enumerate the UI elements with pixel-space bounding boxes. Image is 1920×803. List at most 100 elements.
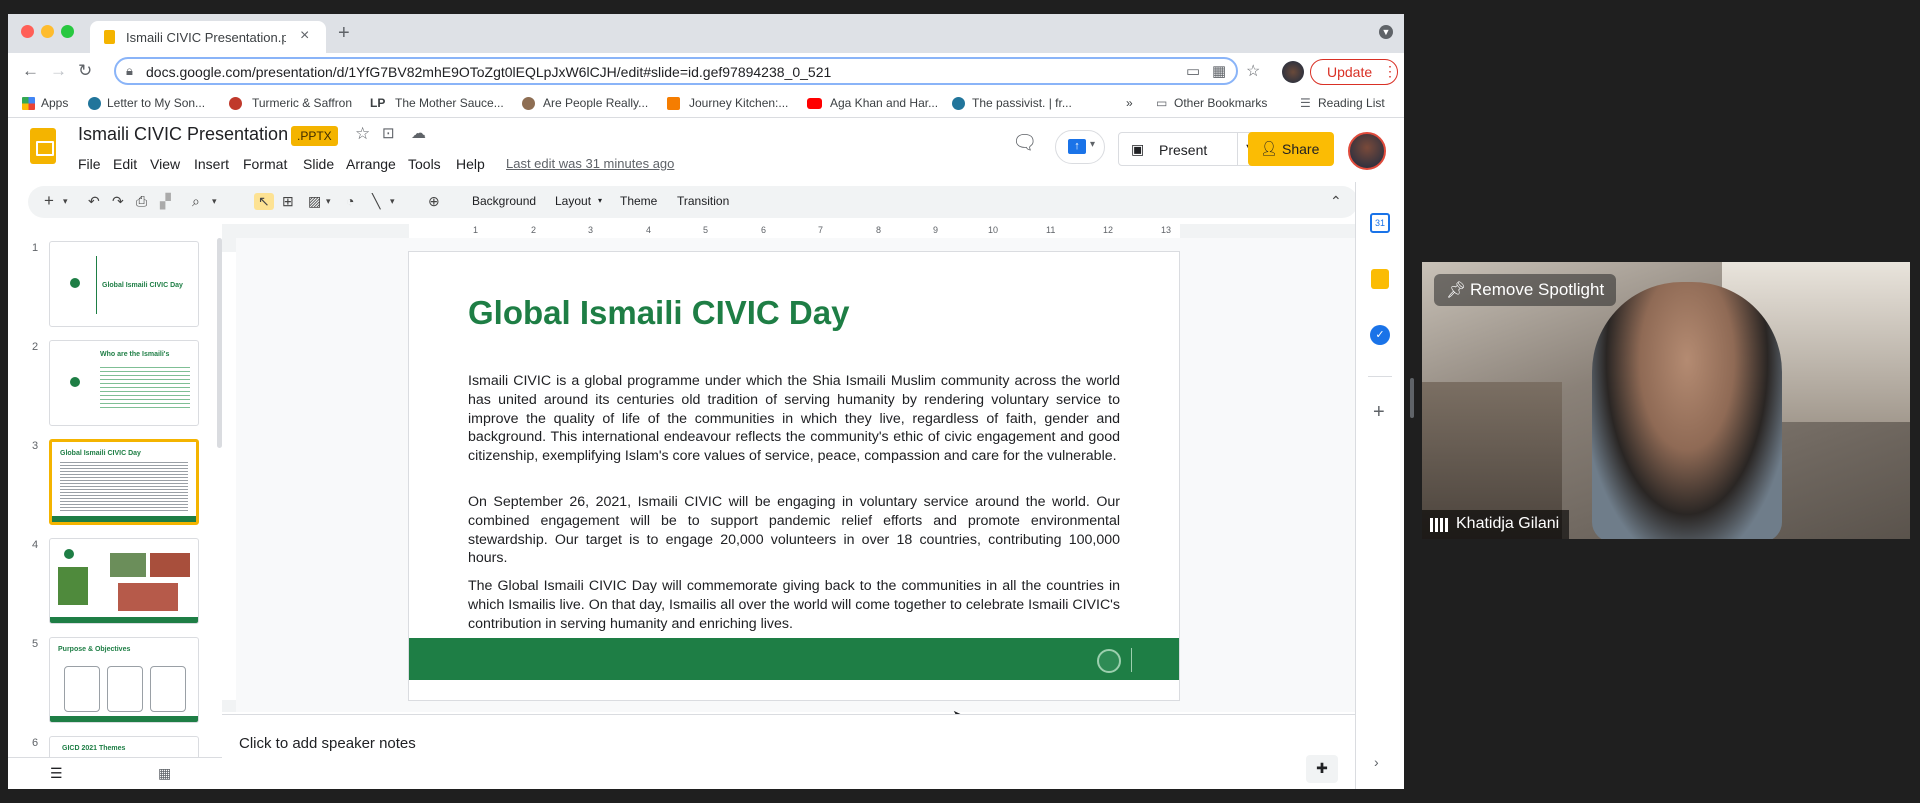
new-tab-icon[interactable]: + <box>338 22 350 45</box>
undo-icon[interactable]: ↶ <box>88 193 100 210</box>
slide-thumbnail[interactable]: Purpose & Objectives <box>49 637 199 723</box>
back-icon[interactable]: ← <box>22 61 39 81</box>
text-box-icon[interactable]: ⊞ <box>282 193 294 210</box>
slide-paragraph[interactable]: On September 26, 2021, Ismaili CIVIC wil… <box>468 493 1120 568</box>
insert-comment-icon[interactable]: ⊕ <box>428 193 440 210</box>
slide-paragraph[interactable]: The Global Ismaili CIVIC Day will commem… <box>468 577 1120 633</box>
menu-help[interactable]: Help <box>456 156 485 172</box>
people-icon <box>522 97 535 110</box>
chevron-down-icon[interactable]: ▾ <box>212 196 217 207</box>
slide[interactable]: Global Ismaili CIVIC Day Ismaili CIVIC i… <box>409 252 1179 700</box>
menu-edit[interactable]: Edit <box>113 156 137 172</box>
slide-title[interactable]: Global Ismaili CIVIC Day <box>468 294 849 332</box>
slide-thumbnail[interactable]: Global Ismaili CIVIC Day <box>49 241 199 327</box>
menu-slide[interactable]: Slide <box>303 156 334 172</box>
new-slide-icon[interactable]: + <box>44 191 54 211</box>
bookmarks-bar: Apps Letter to My Son... Turmeric & Saff… <box>8 90 1404 118</box>
menu-tools[interactable]: Tools <box>408 156 441 172</box>
more-vert-icon: ⋮ <box>1383 63 1397 79</box>
bookmark-are-people[interactable]: Are People Really... <box>543 96 648 110</box>
logo-icon <box>70 377 80 387</box>
slides-logo-icon[interactable] <box>30 128 56 164</box>
file-type-badge[interactable]: .PPTX <box>291 126 338 146</box>
bookmark-apps[interactable]: Apps <box>41 96 68 110</box>
filmstrip-view-icon[interactable]: ☰ <box>50 765 63 782</box>
theme-button[interactable]: Theme <box>620 194 657 208</box>
remove-spotlight-button[interactable]: 📌︎ Remove Spotlight <box>1434 274 1617 306</box>
bookmark-turmeric[interactable]: Turmeric & Saffron <box>252 96 352 110</box>
print-icon[interactable]: ⎙ <box>136 193 147 210</box>
browser-tab[interactable]: Ismaili CIVIC Presentation.pptx × <box>90 21 326 53</box>
video-tile[interactable]: 📌︎ Remove Spotlight Khatidja Gilani <box>1422 262 1910 539</box>
reading-list[interactable]: Reading List <box>1318 96 1385 110</box>
panel-resize-handle[interactable] <box>1410 378 1414 418</box>
image-icon[interactable]: ▨ <box>308 193 321 210</box>
participant-name: Khatidja Gilani <box>1456 515 1560 532</box>
collapse-toolbar-icon[interactable]: ⌃ <box>1330 193 1342 210</box>
qr-icon[interactable]: ▦ <box>1212 62 1226 80</box>
explore-icon[interactable]: ✚ <box>1306 755 1338 783</box>
menu-format[interactable]: Format <box>243 156 287 172</box>
move-folder-icon[interactable]: ⊡ <box>382 124 395 142</box>
slide-thumbnail[interactable]: GICD 2021 Themes <box>49 736 199 757</box>
bookmark-star-icon[interactable]: ☆ <box>1246 61 1260 81</box>
bookmark-letter[interactable]: Letter to My Son... <box>107 96 205 110</box>
bookmark-passivist[interactable]: The passivist. | fr... <box>972 96 1072 110</box>
meet-present-button[interactable]: ↑ ▾ <box>1055 130 1105 164</box>
menu-insert[interactable]: Insert <box>194 156 229 172</box>
bookmark-journey-kitchen[interactable]: Journey Kitchen:... <box>689 96 788 110</box>
forward-icon[interactable]: → <box>50 61 67 81</box>
other-bookmarks[interactable]: Other Bookmarks <box>1174 96 1267 110</box>
zoom-icon[interactable]: ⌕ <box>192 193 200 210</box>
tab-search-icon[interactable]: ▼ <box>1379 25 1393 39</box>
paint-format-icon[interactable]: ▞ <box>160 193 171 210</box>
thumbnail-title: Global Ismaili CIVIC Day <box>60 450 141 457</box>
profile-avatar[interactable] <box>1282 61 1304 83</box>
close-window-button[interactable] <box>21 25 34 38</box>
update-button[interactable]: Update ⋮ <box>1310 59 1398 85</box>
lock-icon: 🔒︎ <box>126 63 133 78</box>
minimize-window-button[interactable] <box>41 25 54 38</box>
cloud-status-icon[interactable]: ☁ <box>411 124 426 142</box>
line-icon[interactable]: ╲ <box>372 193 380 210</box>
speaker-notes[interactable]: Click to add speaker notes ✚ <box>222 714 1355 789</box>
share-button[interactable]: 👤︎ Share <box>1248 132 1334 166</box>
select-cursor-icon[interactable]: ↖ <box>254 193 274 210</box>
slide-thumbnail[interactable]: Who are the Ismaili's <box>49 340 199 426</box>
redo-icon[interactable]: ↷ <box>112 193 124 210</box>
star-icon[interactable]: ☆ <box>355 124 370 144</box>
more-bookmarks-icon[interactable]: » <box>1126 96 1133 110</box>
chevron-down-icon[interactable]: ▾ <box>63 196 68 207</box>
reload-icon[interactable]: ↻ <box>78 61 92 81</box>
grid-view-icon[interactable]: ▦ <box>158 765 171 782</box>
document-title[interactable]: Ismaili CIVIC Presentation <box>78 124 288 145</box>
account-avatar[interactable] <box>1348 132 1386 170</box>
menu-arrange[interactable]: Arrange <box>346 156 396 172</box>
bookmark-mother-sauce[interactable]: The Mother Sauce... <box>395 96 504 110</box>
tasks-icon[interactable]: ✓ <box>1370 325 1390 345</box>
bookmark-aga-khan[interactable]: Aga Khan and Har... <box>830 96 938 110</box>
cast-icon[interactable]: ▭ <box>1186 62 1200 80</box>
calendar-icon[interactable]: 31 <box>1370 213 1390 233</box>
chevron-right-icon[interactable]: › <box>1374 754 1379 770</box>
lp-icon: LP <box>370 96 386 110</box>
present-button[interactable]: ▣ Present <box>1118 132 1238 166</box>
last-edit-link[interactable]: Last edit was 31 minutes ago <box>506 156 674 171</box>
comments-icon[interactable]: 🗨︎ <box>1012 130 1037 155</box>
close-tab-icon[interactable]: × <box>300 27 309 45</box>
layout-button[interactable]: Layout <box>555 194 591 208</box>
transition-button[interactable]: Transition <box>677 194 729 208</box>
address-bar[interactable]: 🔒︎ docs.google.com/presentation/d/1YfG7B… <box>114 57 1238 85</box>
chevron-down-icon[interactable]: ▾ <box>326 196 331 207</box>
maximize-window-button[interactable] <box>61 25 74 38</box>
menu-file[interactable]: File <box>78 156 101 172</box>
keep-icon[interactable] <box>1371 269 1389 289</box>
slide-paragraph[interactable]: Ismaili CIVIC is a global programme unde… <box>468 372 1120 466</box>
add-addon-icon[interactable]: + <box>1373 401 1385 424</box>
background-button[interactable]: Background <box>472 194 536 208</box>
slide-thumbnail[interactable] <box>49 538 199 624</box>
chevron-down-icon[interactable]: ▾ <box>390 196 395 207</box>
slide-thumbnail-selected[interactable]: Global Ismaili CIVIC Day <box>49 439 199 525</box>
shape-icon[interactable]: ◔ <box>346 193 354 209</box>
menu-view[interactable]: View <box>150 156 180 172</box>
